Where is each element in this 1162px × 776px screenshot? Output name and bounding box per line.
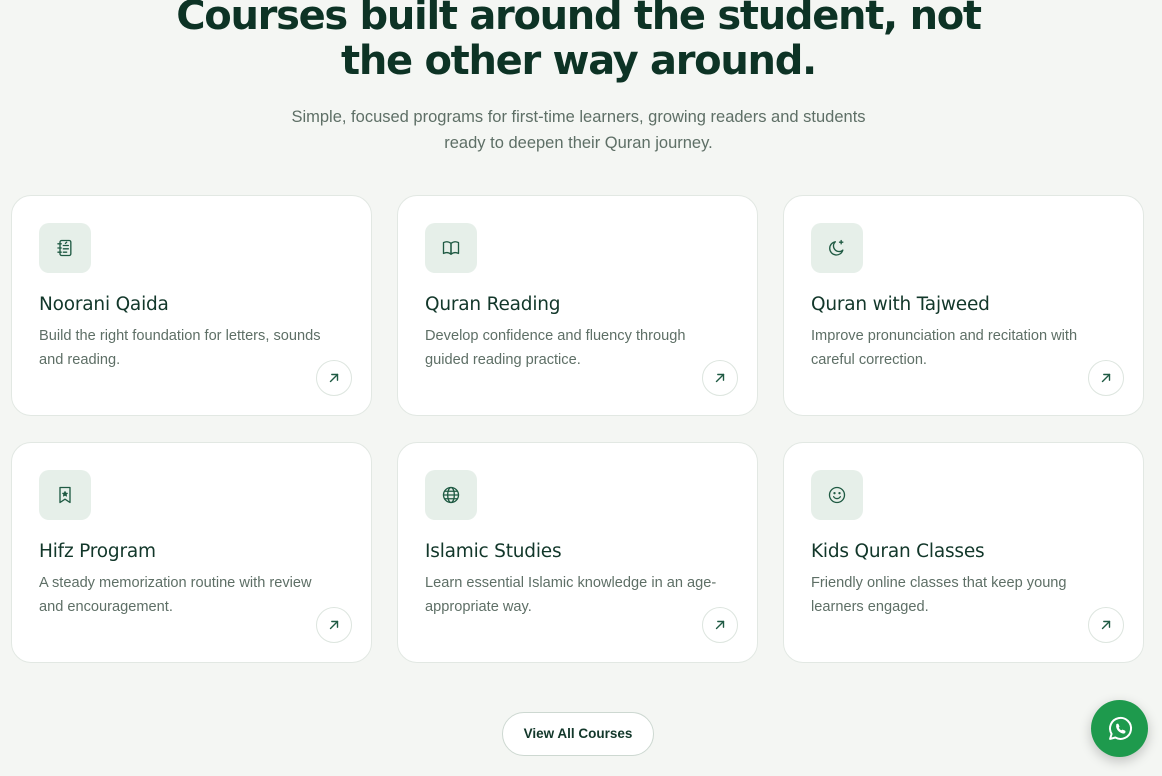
heading-line-2: the other way around. <box>341 38 817 84</box>
course-description: Improve pronunciation and recitation wit… <box>811 325 1116 372</box>
open-course-button[interactable] <box>316 607 352 643</box>
course-description-line-1: Build the right foundation for letters, … <box>39 328 321 344</box>
course-card-kids-quran-classes[interactable]: Kids Quran Classes Friendly online class… <box>783 442 1144 663</box>
course-title: Quran with Tajweed <box>811 294 990 315</box>
course-description-line-1: Learn essential Islamic knowledge in an … <box>425 575 717 591</box>
smiley-face-icon <box>811 470 863 520</box>
heading-line-1: Courses built around the student, not <box>176 0 982 39</box>
course-title: Noorani Qaida <box>39 294 169 315</box>
arrow-up-right-icon <box>329 620 339 630</box>
course-title: Kids Quran Classes <box>811 541 985 562</box>
course-title: Hifz Program <box>39 541 156 562</box>
crescent-moon-sparkle-icon <box>811 223 863 273</box>
course-description-line-2: and encouragement. <box>39 598 173 615</box>
course-description-line-2: appropriate way. <box>425 598 532 615</box>
open-course-button[interactable] <box>702 360 738 396</box>
course-description-line-2: careful correction. <box>811 351 927 368</box>
course-description: Build the right foundation for letters, … <box>39 325 344 372</box>
section-subtitle: Simple, focused programs for first-time … <box>0 104 1157 156</box>
course-description-line-1: Improve pronunciation and recitation wit… <box>811 328 1078 344</box>
view-all-courses-button[interactable]: View All Courses <box>502 712 654 756</box>
section-heading: Courses built around the student, not th… <box>0 0 1157 84</box>
course-description-line-2: and reading. <box>39 351 121 368</box>
course-description-line-1: Develop confidence and fluency through <box>425 328 686 344</box>
course-card-quran-reading[interactable]: Quran Reading Develop confidence and flu… <box>397 195 758 416</box>
arrow-up-right-icon <box>329 373 339 383</box>
bookmark-star-icon <box>39 470 91 520</box>
open-course-button[interactable] <box>1088 360 1124 396</box>
open-book-icon <box>425 223 477 273</box>
course-title: Quran Reading <box>425 294 561 315</box>
globe-icon <box>425 470 477 520</box>
course-description-line-2: guided reading practice. <box>425 351 581 368</box>
open-course-button[interactable] <box>702 607 738 643</box>
course-description-line-1: Friendly online classes that keep young <box>811 575 1067 591</box>
course-description-line-1: A steady memorization routine with revie… <box>39 575 312 591</box>
course-title: Islamic Studies <box>425 541 562 562</box>
course-card-hifz-program[interactable]: Hifz Program A steady memorization routi… <box>11 442 372 663</box>
whatsapp-icon <box>1108 716 1132 740</box>
subtitle-line-1: Simple, focused programs for first-time … <box>291 108 866 126</box>
arrow-up-right-icon <box>1101 620 1111 630</box>
course-card-noorani-qaida[interactable]: Noorani Qaida Build the right foundation… <box>11 195 372 416</box>
course-card-quran-with-tajweed[interactable]: Quran with Tajweed Improve pronunciation… <box>783 195 1144 416</box>
subtitle-line-2: ready to deepen their Quran journey. <box>444 134 713 152</box>
course-description: A steady memorization routine with revie… <box>39 572 344 619</box>
arrow-up-right-icon <box>1101 373 1111 383</box>
arrow-up-right-icon <box>715 620 725 630</box>
whatsapp-chat-button[interactable] <box>1091 700 1148 757</box>
course-description: Learn essential Islamic knowledge in an … <box>425 572 730 619</box>
course-card-islamic-studies[interactable]: Islamic Studies Learn essential Islamic … <box>397 442 758 663</box>
open-course-button[interactable] <box>316 360 352 396</box>
course-description-line-2: learners engaged. <box>811 598 929 615</box>
open-course-button[interactable] <box>1088 607 1124 643</box>
course-description: Friendly online classes that keep young … <box>811 572 1116 619</box>
course-description: Develop confidence and fluency through g… <box>425 325 730 372</box>
notebook-icon <box>39 223 91 273</box>
arrow-up-right-icon <box>715 373 725 383</box>
